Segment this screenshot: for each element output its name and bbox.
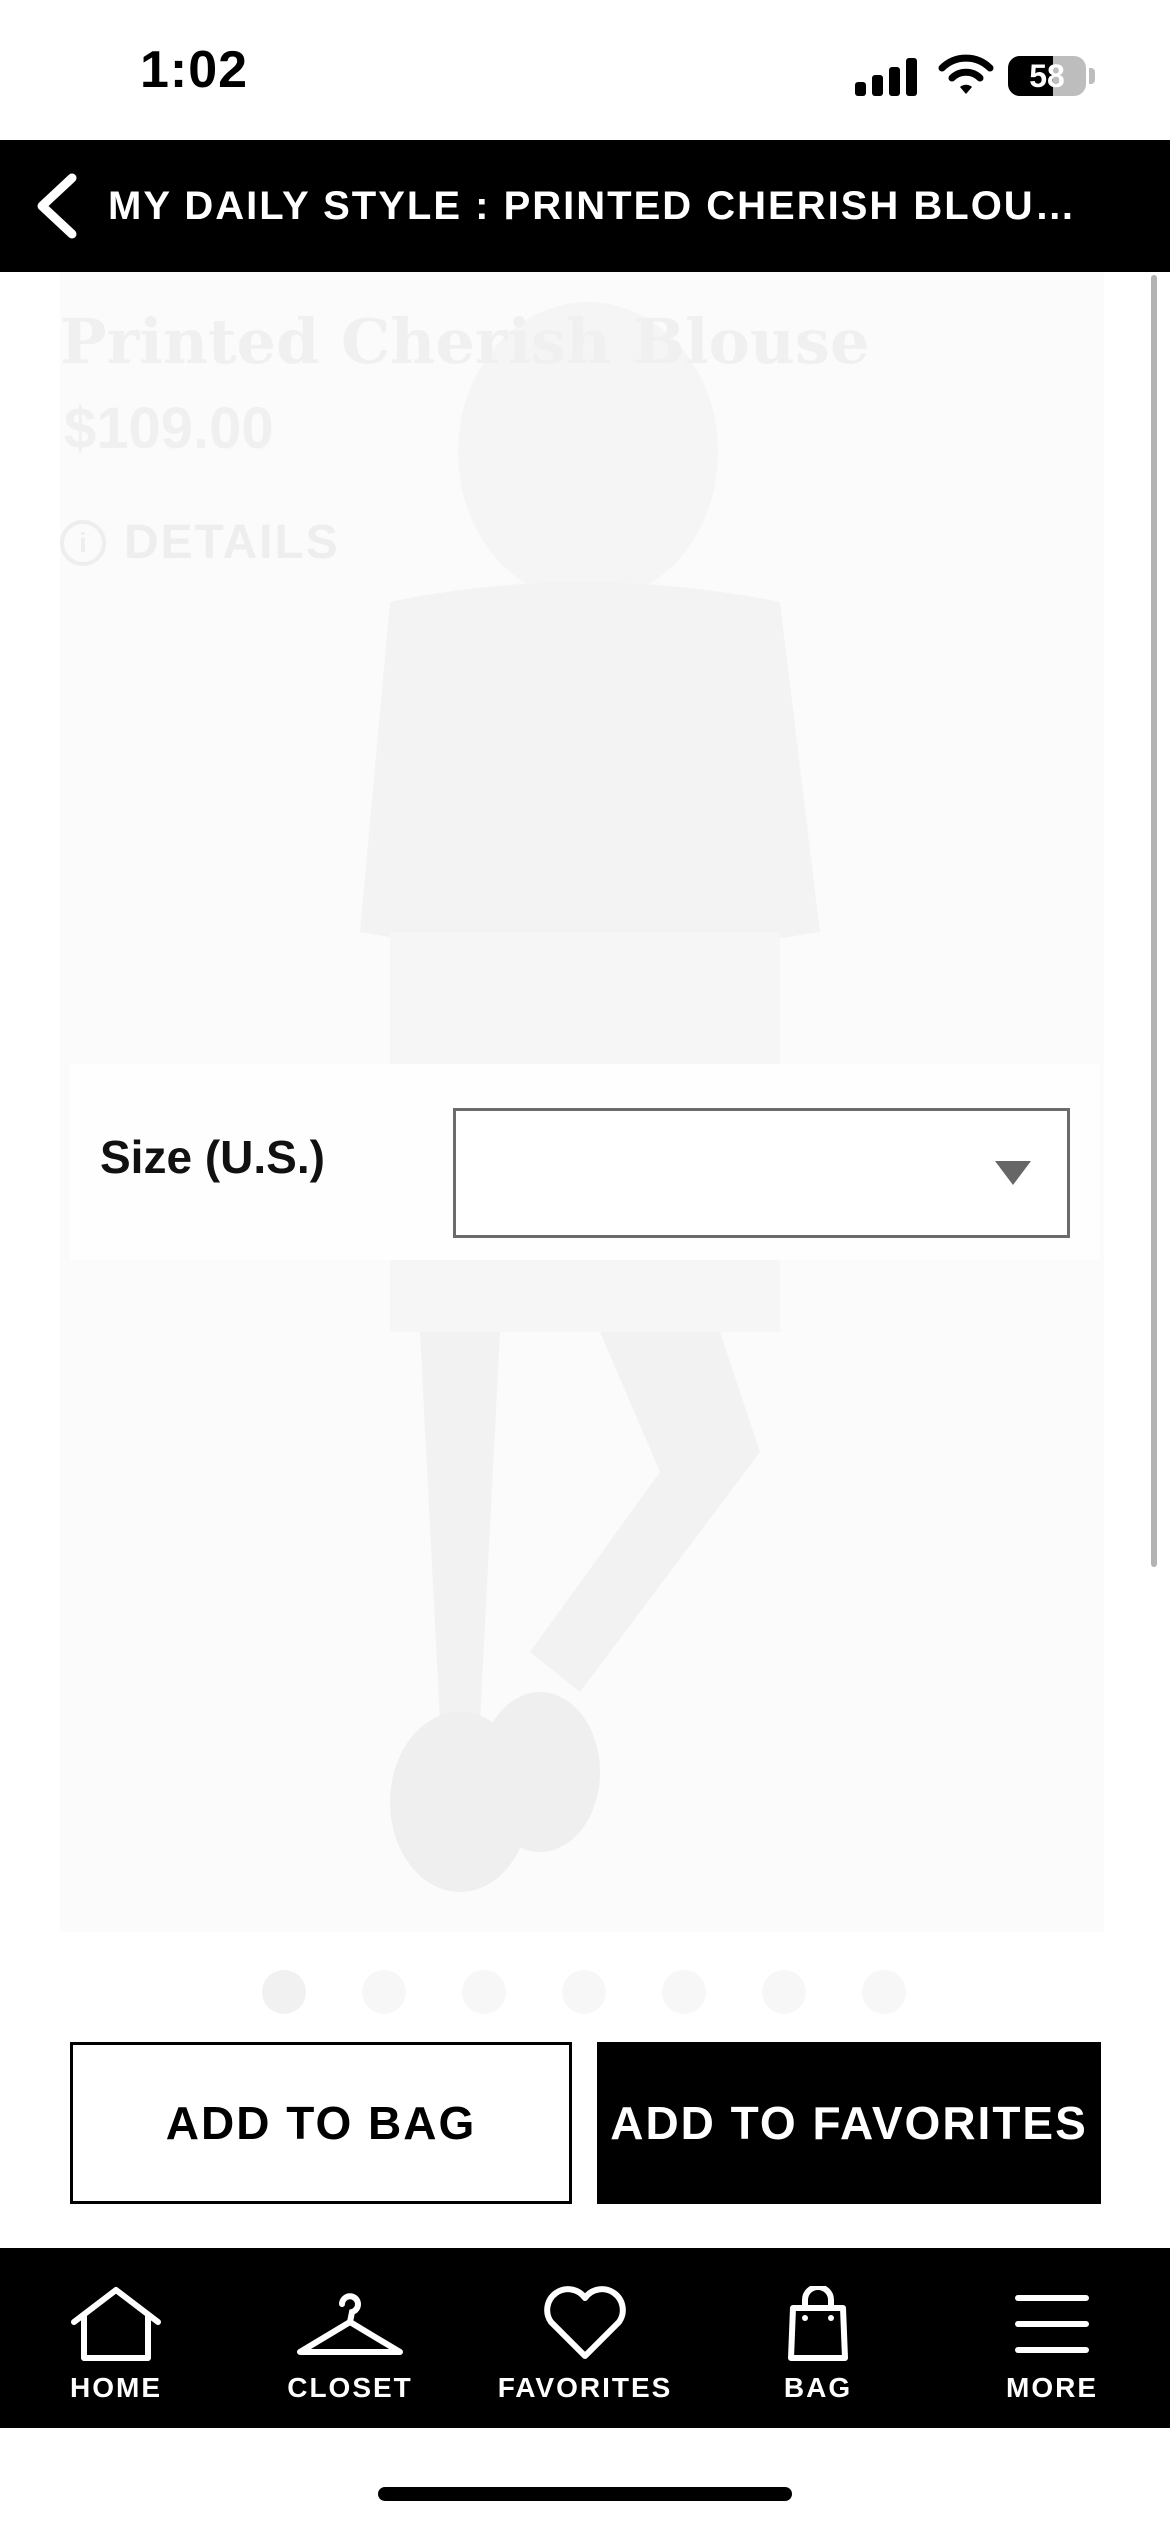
tab-favorites[interactable]: FAVORITES (470, 2248, 700, 2428)
hanger-icon (297, 2293, 403, 2355)
tab-label-more: MORE (1006, 2372, 1098, 2403)
product-price: $109.00 (64, 396, 274, 461)
back-chevron-icon[interactable] (22, 170, 92, 242)
size-label: Size (U.S.) (100, 1131, 325, 1183)
add-to-bag-button[interactable]: ADD TO BAG (70, 2042, 572, 2204)
tab-label-bag: BAG (783, 2372, 853, 2403)
cellular-signal-icon (855, 58, 917, 96)
carousel-dot[interactable] (262, 1970, 306, 2014)
size-dropdown[interactable] (453, 1108, 1070, 1238)
tab-more[interactable]: MORE (937, 2248, 1167, 2428)
carousel-pagination (262, 1970, 912, 2020)
status-time: 1:02 (140, 41, 249, 99)
scrollbar[interactable] (1151, 275, 1157, 1567)
dropdown-arrow-icon (995, 1161, 1031, 1185)
top-navigation-bar: MY DAILY STYLE : PRINTED CHERISH BLOU… (0, 140, 1170, 272)
battery-icon: 58 (1008, 56, 1086, 96)
tab-bag[interactable]: BAG (703, 2248, 933, 2428)
tab-closet[interactable]: CLOSET (235, 2248, 465, 2428)
status-bar: 1:02 58 (0, 0, 1170, 140)
menu-icon (1015, 2295, 1089, 2353)
heart-icon (544, 2286, 626, 2359)
carousel-dot[interactable] (762, 1970, 806, 2014)
battery-cap (1089, 68, 1095, 84)
carousel-dot[interactable] (862, 1970, 906, 2014)
tab-label-favorites: FAVORITES (497, 2372, 673, 2403)
bottom-tab-bar: HOME CLOSET FAVORITES BAG MORE (0, 2248, 1170, 2428)
add-to-favorites-button[interactable]: ADD TO FAVORITES (597, 2042, 1101, 2204)
tab-label-closet: CLOSET (287, 2372, 413, 2403)
carousel-dot[interactable] (462, 1970, 506, 2014)
details-link[interactable]: i DETAILS (60, 515, 340, 570)
page-title: MY DAILY STYLE : PRINTED CHERISH BLOU… (108, 184, 1077, 228)
product-name: Printed Cherish Blouse (60, 305, 870, 378)
carousel-dot[interactable] (362, 1970, 406, 2014)
wifi-icon (938, 54, 994, 94)
home-icon (71, 2287, 161, 2361)
tab-home[interactable]: HOME (1, 2248, 231, 2428)
tab-label-home: HOME (70, 2372, 162, 2403)
carousel-dot[interactable] (562, 1970, 606, 2014)
info-icon: i (60, 519, 106, 566)
battery-level: 58 (1029, 58, 1065, 94)
details-label: DETAILS (124, 516, 340, 569)
home-indicator[interactable] (378, 2487, 792, 2501)
shopping-bag-icon (788, 2286, 848, 2361)
carousel-dot[interactable] (662, 1970, 706, 2014)
